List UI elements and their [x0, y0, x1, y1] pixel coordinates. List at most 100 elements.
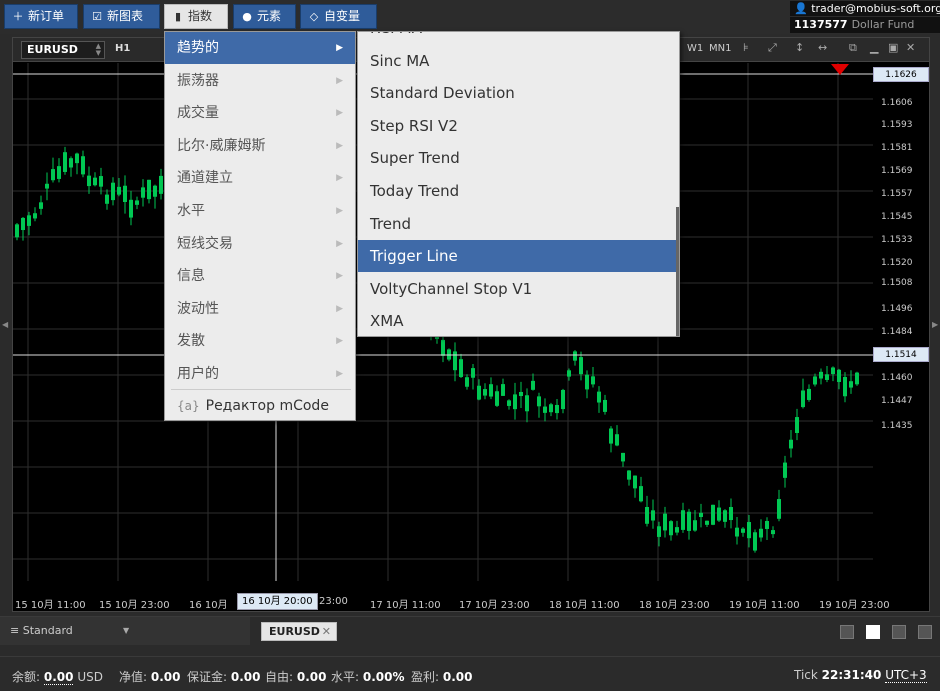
menu-item-category[interactable]: 波动性 ▶ [165, 293, 355, 325]
candle-body [579, 357, 583, 375]
menu-item-indicator[interactable]: Today Trend [358, 175, 676, 207]
candle-body [633, 475, 637, 489]
menu-item-indicator[interactable]: VoltyChannel Stop V1 [358, 273, 676, 305]
candle-body [603, 399, 607, 412]
chart-type-icon[interactable]: ⊧ [743, 41, 749, 54]
menu-item-mcode-editor[interactable]: {a} Редактор mCode [165, 391, 355, 421]
submenu-arrow-icon: ▶ [336, 369, 343, 379]
menu-item-category[interactable]: 短线交易 ▶ [165, 228, 355, 260]
layout-columns-icon[interactable] [892, 625, 906, 639]
menu-item-category[interactable]: 比尔·威廉姆斯 ▶ [165, 130, 355, 162]
minimize-icon[interactable]: ▁ [870, 41, 878, 54]
candle-body [567, 370, 571, 377]
candle-body [117, 186, 121, 195]
menu-item-category[interactable]: 发散 ▶ [165, 325, 355, 357]
menu-item-indicator[interactable]: Trigger Line [358, 240, 676, 273]
candle-body [483, 389, 487, 396]
menu-item-indicator[interactable]: Step RSI V2 [358, 110, 676, 142]
menu-item-indicator[interactable]: XMA [358, 305, 676, 336]
shapes-icon: ● [242, 10, 252, 23]
submenu-scrollbar[interactable] [676, 207, 679, 336]
menu-item-indicator[interactable]: RCFMA [358, 32, 676, 44]
layout-single-icon[interactable] [840, 625, 854, 639]
close-icon[interactable]: ✕ [906, 41, 915, 54]
detach-icon[interactable]: ⧉ [849, 41, 857, 55]
candle-body [543, 406, 547, 413]
candle-body [591, 376, 595, 385]
submenu-arrow-icon: ▶ [336, 108, 343, 119]
time-axis-label: 23:00 [319, 596, 348, 607]
balance-field: 余额: 0.00 USD [12, 670, 103, 685]
submenu-arrow-icon: ▶ [336, 140, 343, 151]
menu-item-category[interactable]: 趋势的 ▶ [165, 32, 355, 64]
menu-item-category[interactable]: 通道建立 ▶ [165, 162, 355, 194]
menu-item-category[interactable]: 振荡器 ▶ [165, 65, 355, 97]
maximize-icon[interactable]: ▣ [888, 41, 898, 54]
candle-body [735, 527, 739, 537]
menu-item-category[interactable]: 水平 ▶ [165, 195, 355, 227]
candle-body [795, 417, 799, 434]
symbol-selector[interactable]: EURUSD ▲ ▼ [21, 41, 105, 59]
bar-chart-icon: ▮ [174, 10, 182, 23]
price-axis[interactable]: 1.16181.16061.15931.15811.15691.15571.15… [873, 63, 929, 581]
candle-body [717, 507, 721, 521]
menu-divider [171, 389, 351, 390]
price-axis-label: 1.1447 [881, 396, 913, 406]
indicators-button[interactable]: ▮ 指数 [164, 4, 228, 29]
time-axis[interactable]: 15 10月 11:00 15 10月 23:00 16 10月 23:00 17 10… [13, 593, 929, 612]
new-order-button[interactable]: ＋新订单 [4, 4, 78, 29]
timeframe-mn1[interactable]: MN1 [709, 43, 731, 54]
candle-body [777, 499, 781, 519]
candle-body [639, 486, 643, 502]
vertical-resize-icon[interactable]: ↕ [795, 41, 804, 54]
candle-body [471, 368, 475, 378]
new-chart-button[interactable]: ☑ 新图表 [83, 4, 160, 29]
candle-body [99, 176, 103, 187]
left-arrow-icon[interactable]: ◀ [2, 320, 8, 329]
candle-body [747, 522, 751, 539]
menu-item-indicator[interactable]: Super Trend [358, 142, 676, 174]
menu-item-indicator[interactable]: Sinc MA [358, 45, 676, 77]
menu-item-category[interactable]: 信息 ▶ [165, 260, 355, 292]
candle-body [831, 367, 835, 375]
variables-button[interactable]: ◇ 自变量 [300, 4, 377, 29]
timeframe-h1[interactable]: H1 [115, 43, 130, 54]
menu-item-indicator[interactable]: Trend [358, 208, 676, 240]
menu-item-indicator[interactable]: Standard Deviation [358, 77, 676, 109]
candle-body [813, 376, 817, 385]
diagonal-arrow-icon[interactable]: ⤢ [768, 41, 777, 55]
right-arrow-icon[interactable]: ▶ [932, 320, 938, 329]
tab-eurusd[interactable]: EURUSD ✕ [261, 622, 337, 641]
candle-body [693, 520, 697, 531]
close-tab-icon[interactable]: ✕ [322, 623, 331, 641]
candle-body [759, 528, 763, 538]
timezone-selector[interactable]: UTC+3 [885, 668, 927, 683]
candle-body [489, 384, 493, 397]
candle-body [27, 215, 31, 226]
time-axis-label: 15 10月 11:00 [15, 600, 86, 611]
status-bar: 余额: 0.00 USD 净值: 0.00 保证金: 0.00 自由: 0.00… [0, 656, 940, 691]
timeframe-w1[interactable]: W1 [687, 43, 703, 54]
candle-body [765, 520, 769, 529]
candle-body [675, 527, 679, 533]
time-axis-label: 17 10月 23:00 [459, 600, 530, 611]
candle-body [45, 183, 49, 189]
user-icon: 👤 [794, 2, 808, 15]
layout-grid-icon[interactable] [866, 625, 880, 639]
template-selector[interactable]: ≡ Standard ▼ [0, 617, 250, 645]
candle-body [63, 152, 67, 172]
menu-item-category[interactable]: 用户的 ▶ [165, 358, 355, 390]
account-info[interactable]: 👤 trader@mobius-soft.org 1137577 Dollar F… [790, 0, 940, 34]
layout-rows-icon[interactable] [918, 625, 932, 639]
elements-button[interactable]: ● 元素 [233, 4, 296, 29]
trade-marker-icon [831, 64, 849, 75]
time-axis-label: 18 10月 23:00 [639, 600, 710, 611]
candle-body [585, 374, 589, 390]
candle-body [573, 351, 577, 361]
list-icon: ≡ [10, 624, 20, 637]
candle-body [459, 359, 463, 378]
horizontal-resize-icon[interactable]: ↔ [818, 41, 827, 54]
candle-body [651, 510, 655, 521]
menu-item-category[interactable]: 成交量 ▶ [165, 97, 355, 129]
account-fund: Dollar Fund [851, 18, 915, 31]
